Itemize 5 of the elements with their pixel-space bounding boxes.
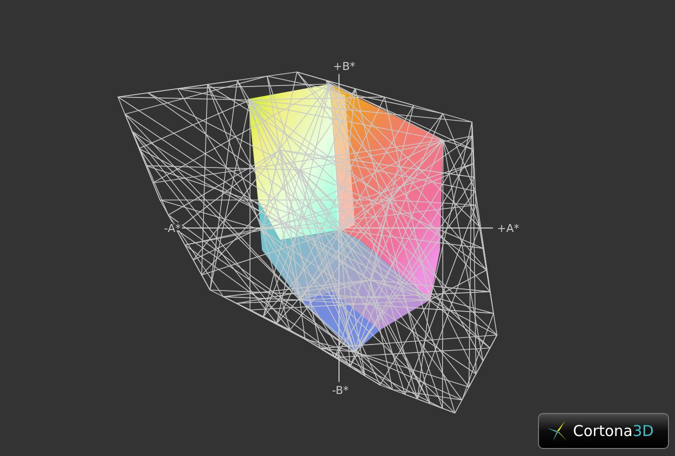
plus-b-axis-label: +B* [333, 60, 356, 73]
logo-badge[interactable]: Cortona3D [538, 413, 669, 449]
plus-a-axis-label: +A* [497, 222, 520, 235]
minus-b-axis-label: -B* [332, 384, 349, 397]
logo-text: Cortona3D [573, 424, 654, 438]
